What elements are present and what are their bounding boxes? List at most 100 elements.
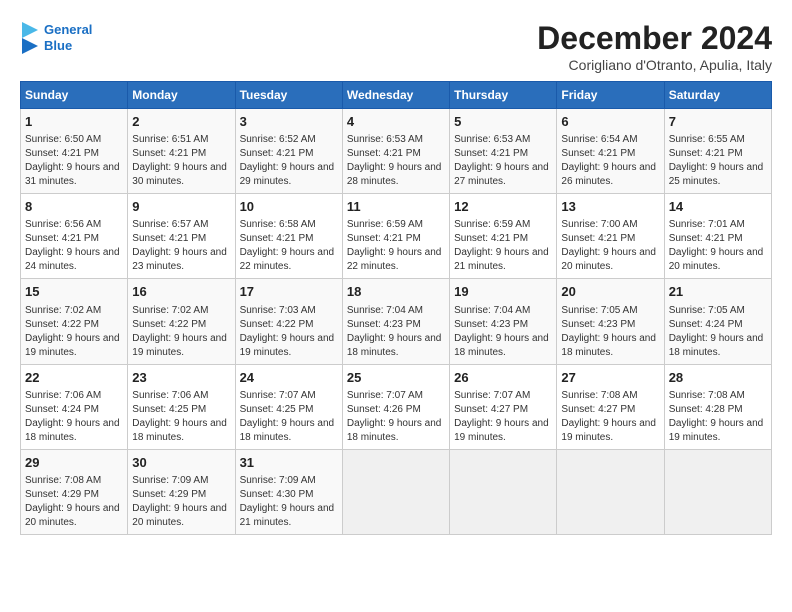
- day-number: 21: [669, 283, 767, 301]
- day-number: 13: [561, 198, 659, 216]
- day-number: 30: [132, 454, 230, 472]
- day-number: 17: [240, 283, 338, 301]
- day-cell: 26 Sunrise: 7:07 AM Sunset: 4:27 PM Dayl…: [450, 364, 557, 449]
- day-number: 31: [240, 454, 338, 472]
- day-number: 3: [240, 113, 338, 131]
- day-info: Sunrise: 7:06 AM Sunset: 4:24 PM Dayligh…: [25, 389, 123, 445]
- day-number: 8: [25, 198, 123, 216]
- day-number: 4: [347, 113, 445, 131]
- col-header-tuesday: Tuesday: [235, 82, 342, 109]
- day-info: Sunrise: 6:55 AM Sunset: 4:21 PM Dayligh…: [669, 133, 767, 189]
- day-number: 11: [347, 198, 445, 216]
- day-cell: 22 Sunrise: 7:06 AM Sunset: 4:24 PM Dayl…: [21, 364, 128, 449]
- day-cell: 25 Sunrise: 7:07 AM Sunset: 4:26 PM Dayl…: [342, 364, 449, 449]
- day-info: Sunrise: 6:58 AM Sunset: 4:21 PM Dayligh…: [240, 218, 338, 274]
- day-number: 20: [561, 283, 659, 301]
- day-number: 25: [347, 369, 445, 387]
- day-info: Sunrise: 7:09 AM Sunset: 4:29 PM Dayligh…: [132, 474, 230, 530]
- day-info: Sunrise: 7:02 AM Sunset: 4:22 PM Dayligh…: [25, 304, 123, 360]
- day-cell: 13 Sunrise: 7:00 AM Sunset: 4:21 PM Dayl…: [557, 194, 664, 279]
- col-header-monday: Monday: [128, 82, 235, 109]
- day-cell: 14 Sunrise: 7:01 AM Sunset: 4:21 PM Dayl…: [664, 194, 771, 279]
- day-cell: 15 Sunrise: 7:02 AM Sunset: 4:22 PM Dayl…: [21, 279, 128, 364]
- day-cell: 11 Sunrise: 6:59 AM Sunset: 4:21 PM Dayl…: [342, 194, 449, 279]
- day-info: Sunrise: 7:04 AM Sunset: 4:23 PM Dayligh…: [454, 304, 552, 360]
- day-info: Sunrise: 6:50 AM Sunset: 4:21 PM Dayligh…: [25, 133, 123, 189]
- col-header-friday: Friday: [557, 82, 664, 109]
- week-row-4: 22 Sunrise: 7:06 AM Sunset: 4:24 PM Dayl…: [21, 364, 772, 449]
- day-cell: 1 Sunrise: 6:50 AM Sunset: 4:21 PM Dayli…: [21, 109, 128, 194]
- day-info: Sunrise: 7:06 AM Sunset: 4:25 PM Dayligh…: [132, 389, 230, 445]
- day-cell: 31 Sunrise: 7:09 AM Sunset: 4:30 PM Dayl…: [235, 449, 342, 534]
- day-cell: 4 Sunrise: 6:53 AM Sunset: 4:21 PM Dayli…: [342, 109, 449, 194]
- day-number: 27: [561, 369, 659, 387]
- day-info: Sunrise: 6:56 AM Sunset: 4:21 PM Dayligh…: [25, 218, 123, 274]
- day-number: 12: [454, 198, 552, 216]
- logo: General Blue: [20, 20, 92, 56]
- day-cell: 9 Sunrise: 6:57 AM Sunset: 4:21 PM Dayli…: [128, 194, 235, 279]
- day-number: 6: [561, 113, 659, 131]
- day-info: Sunrise: 7:00 AM Sunset: 4:21 PM Dayligh…: [561, 218, 659, 274]
- day-cell: 27 Sunrise: 7:08 AM Sunset: 4:27 PM Dayl…: [557, 364, 664, 449]
- day-cell: 19 Sunrise: 7:04 AM Sunset: 4:23 PM Dayl…: [450, 279, 557, 364]
- day-number: 1: [25, 113, 123, 131]
- day-info: Sunrise: 6:59 AM Sunset: 4:21 PM Dayligh…: [347, 218, 445, 274]
- col-header-wednesday: Wednesday: [342, 82, 449, 109]
- header-row: SundayMondayTuesdayWednesdayThursdayFrid…: [21, 82, 772, 109]
- col-header-thursday: Thursday: [450, 82, 557, 109]
- day-info: Sunrise: 7:08 AM Sunset: 4:29 PM Dayligh…: [25, 474, 123, 530]
- week-row-5: 29 Sunrise: 7:08 AM Sunset: 4:29 PM Dayl…: [21, 449, 772, 534]
- day-number: 26: [454, 369, 552, 387]
- day-cell: 24 Sunrise: 7:07 AM Sunset: 4:25 PM Dayl…: [235, 364, 342, 449]
- day-cell: 3 Sunrise: 6:52 AM Sunset: 4:21 PM Dayli…: [235, 109, 342, 194]
- col-header-sunday: Sunday: [21, 82, 128, 109]
- day-info: Sunrise: 6:53 AM Sunset: 4:21 PM Dayligh…: [454, 133, 552, 189]
- day-number: 10: [240, 198, 338, 216]
- day-number: 9: [132, 198, 230, 216]
- day-number: 29: [25, 454, 123, 472]
- day-number: 7: [669, 113, 767, 131]
- day-cell: 29 Sunrise: 7:08 AM Sunset: 4:29 PM Dayl…: [21, 449, 128, 534]
- day-cell: [342, 449, 449, 534]
- day-number: 15: [25, 283, 123, 301]
- day-cell: 17 Sunrise: 7:03 AM Sunset: 4:22 PM Dayl…: [235, 279, 342, 364]
- day-number: 24: [240, 369, 338, 387]
- day-info: Sunrise: 7:05 AM Sunset: 4:23 PM Dayligh…: [561, 304, 659, 360]
- day-number: 18: [347, 283, 445, 301]
- week-row-1: 1 Sunrise: 6:50 AM Sunset: 4:21 PM Dayli…: [21, 109, 772, 194]
- logo-flag-icon: [20, 20, 40, 56]
- day-cell: [664, 449, 771, 534]
- day-number: 23: [132, 369, 230, 387]
- location: Corigliano d'Otranto, Apulia, Italy: [537, 57, 772, 73]
- day-cell: 30 Sunrise: 7:09 AM Sunset: 4:29 PM Dayl…: [128, 449, 235, 534]
- day-cell: 20 Sunrise: 7:05 AM Sunset: 4:23 PM Dayl…: [557, 279, 664, 364]
- day-info: Sunrise: 6:52 AM Sunset: 4:21 PM Dayligh…: [240, 133, 338, 189]
- day-info: Sunrise: 7:05 AM Sunset: 4:24 PM Dayligh…: [669, 304, 767, 360]
- day-number: 14: [669, 198, 767, 216]
- day-info: Sunrise: 7:09 AM Sunset: 4:30 PM Dayligh…: [240, 474, 338, 530]
- day-info: Sunrise: 6:57 AM Sunset: 4:21 PM Dayligh…: [132, 218, 230, 274]
- day-info: Sunrise: 7:03 AM Sunset: 4:22 PM Dayligh…: [240, 304, 338, 360]
- day-number: 5: [454, 113, 552, 131]
- day-number: 28: [669, 369, 767, 387]
- day-info: Sunrise: 7:07 AM Sunset: 4:27 PM Dayligh…: [454, 389, 552, 445]
- day-cell: 5 Sunrise: 6:53 AM Sunset: 4:21 PM Dayli…: [450, 109, 557, 194]
- day-info: Sunrise: 7:04 AM Sunset: 4:23 PM Dayligh…: [347, 304, 445, 360]
- month-title: December 2024: [537, 20, 772, 57]
- logo-line2: Blue: [44, 38, 92, 54]
- day-cell: 18 Sunrise: 7:04 AM Sunset: 4:23 PM Dayl…: [342, 279, 449, 364]
- logo-line1: General: [44, 22, 92, 38]
- day-info: Sunrise: 6:54 AM Sunset: 4:21 PM Dayligh…: [561, 133, 659, 189]
- title-block: December 2024 Corigliano d'Otranto, Apul…: [537, 20, 772, 73]
- day-cell: 21 Sunrise: 7:05 AM Sunset: 4:24 PM Dayl…: [664, 279, 771, 364]
- col-header-saturday: Saturday: [664, 82, 771, 109]
- day-cell: 2 Sunrise: 6:51 AM Sunset: 4:21 PM Dayli…: [128, 109, 235, 194]
- page-header: General Blue December 2024 Corigliano d'…: [20, 20, 772, 73]
- day-info: Sunrise: 7:01 AM Sunset: 4:21 PM Dayligh…: [669, 218, 767, 274]
- day-cell: [450, 449, 557, 534]
- day-cell: 7 Sunrise: 6:55 AM Sunset: 4:21 PM Dayli…: [664, 109, 771, 194]
- day-number: 16: [132, 283, 230, 301]
- day-info: Sunrise: 7:08 AM Sunset: 4:27 PM Dayligh…: [561, 389, 659, 445]
- day-cell: 10 Sunrise: 6:58 AM Sunset: 4:21 PM Dayl…: [235, 194, 342, 279]
- day-info: Sunrise: 7:07 AM Sunset: 4:25 PM Dayligh…: [240, 389, 338, 445]
